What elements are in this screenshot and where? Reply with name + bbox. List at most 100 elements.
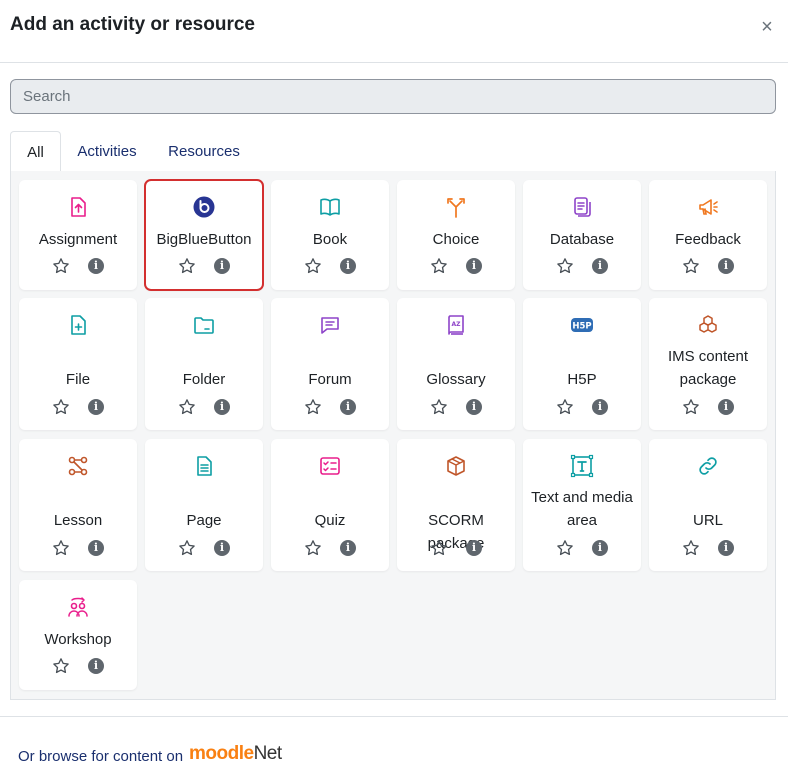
info-icon[interactable]: i xyxy=(592,399,608,415)
text-media-icon xyxy=(570,454,594,478)
info-icon[interactable]: i xyxy=(88,540,104,556)
activity-card-workshop[interactable]: Workshop i xyxy=(19,580,137,690)
forum-icon xyxy=(318,313,342,337)
info-icon[interactable]: i xyxy=(214,540,230,556)
svg-text:H5P: H5P xyxy=(572,322,591,332)
star-icon[interactable] xyxy=(304,539,322,557)
star-icon[interactable] xyxy=(304,398,322,416)
activity-label: Page xyxy=(186,512,222,529)
dialog-title: Add an activity or resource xyxy=(10,14,255,35)
info-icon[interactable]: i xyxy=(340,258,356,274)
activity-label: H5P xyxy=(567,371,597,388)
dialog-footer: Or browse for content on moodleNet xyxy=(0,716,788,774)
activity-grid: Assignment i BigBlueButton i Book i Choice i Dat… xyxy=(10,171,776,700)
star-icon[interactable] xyxy=(52,539,70,557)
activity-label: File xyxy=(65,371,91,388)
tab-activities[interactable]: Activities xyxy=(68,131,146,172)
activity-label: SCORM package xyxy=(427,512,485,552)
activity-card-text-and-media-area[interactable]: Text and media area i xyxy=(523,439,641,571)
star-icon[interactable] xyxy=(52,398,70,416)
activity-card-forum[interactable]: Forum i xyxy=(271,298,389,430)
activity-card-file[interactable]: File i xyxy=(19,298,137,430)
star-icon[interactable] xyxy=(304,257,322,275)
activity-label: URL xyxy=(692,512,723,529)
info-icon[interactable]: i xyxy=(88,658,104,674)
tab-bar: All Activities Resources xyxy=(10,131,776,173)
feedback-icon xyxy=(696,195,720,219)
activity-label: Folder xyxy=(182,371,226,388)
activity-card-choice[interactable]: Choice i xyxy=(397,180,515,290)
info-icon[interactable]: i xyxy=(340,399,356,415)
browse-moodlenet-link[interactable]: Or browse for content on xyxy=(18,748,183,765)
database-icon xyxy=(570,195,594,219)
url-icon xyxy=(696,454,720,478)
info-icon[interactable]: i xyxy=(718,258,734,274)
activity-card-glossary[interactable]: AZ Glossary i xyxy=(397,298,515,430)
star-icon[interactable] xyxy=(556,398,574,416)
activity-card-book[interactable]: Book i xyxy=(271,180,389,290)
activity-card-assignment[interactable]: Assignment i xyxy=(19,180,137,290)
activity-label: Glossary xyxy=(426,371,486,388)
activity-label: IMS content package xyxy=(667,348,749,388)
moodlenet-logo-part2: Net xyxy=(253,743,283,764)
activity-card-quiz[interactable]: Quiz i xyxy=(271,439,389,571)
page-icon xyxy=(192,454,216,478)
info-icon[interactable]: i xyxy=(214,258,230,274)
activity-label: Feedback xyxy=(675,231,741,248)
activity-card-page[interactable]: Page i xyxy=(145,439,263,571)
activity-card-bigbluebutton[interactable]: BigBlueButton i xyxy=(144,179,264,291)
moodlenet-logo[interactable]: moodleNet xyxy=(189,743,282,765)
activity-label: Book xyxy=(312,231,348,248)
star-icon[interactable] xyxy=(556,257,574,275)
tab-all[interactable]: All xyxy=(10,131,61,173)
activity-card-database[interactable]: Database i xyxy=(523,180,641,290)
star-icon[interactable] xyxy=(178,257,196,275)
info-icon[interactable]: i xyxy=(214,399,230,415)
info-icon[interactable]: i xyxy=(592,258,608,274)
star-icon[interactable] xyxy=(430,257,448,275)
ims-package-icon xyxy=(696,313,720,337)
info-icon[interactable]: i xyxy=(340,540,356,556)
workshop-icon xyxy=(66,595,90,619)
info-icon[interactable]: i xyxy=(718,399,734,415)
star-icon[interactable] xyxy=(430,539,448,557)
activity-label: Choice xyxy=(432,231,480,248)
info-icon[interactable]: i xyxy=(88,399,104,415)
activity-card-h5p[interactable]: H5P H5P i xyxy=(523,298,641,430)
activity-label: Quiz xyxy=(314,512,346,529)
info-icon[interactable]: i xyxy=(718,540,734,556)
activity-card-ims-content-package[interactable]: IMS content package i xyxy=(649,298,767,430)
activity-card-folder[interactable]: Folder i xyxy=(145,298,263,430)
assignment-icon xyxy=(66,195,90,219)
activity-card-url[interactable]: URL i xyxy=(649,439,767,571)
activity-card-lesson[interactable]: Lesson i xyxy=(19,439,137,571)
activity-label: Workshop xyxy=(44,631,112,648)
info-icon[interactable]: i xyxy=(466,399,482,415)
activity-label: Forum xyxy=(308,371,352,388)
moodlenet-logo-part1: moodle xyxy=(189,743,254,764)
star-icon[interactable] xyxy=(682,257,700,275)
tab-resources[interactable]: Resources xyxy=(160,131,248,172)
star-icon[interactable] xyxy=(178,539,196,557)
info-icon[interactable]: i xyxy=(88,258,104,274)
lesson-icon xyxy=(66,454,90,478)
search-input[interactable] xyxy=(10,79,776,114)
star-icon[interactable] xyxy=(178,398,196,416)
star-icon[interactable] xyxy=(52,257,70,275)
star-icon[interactable] xyxy=(556,539,574,557)
activity-label: Assignment xyxy=(38,231,118,248)
activity-label: Text and media area xyxy=(531,489,633,529)
info-icon[interactable]: i xyxy=(466,540,482,556)
activity-card-feedback[interactable]: Feedback i xyxy=(649,180,767,290)
info-icon[interactable]: i xyxy=(592,540,608,556)
close-icon[interactable]: × xyxy=(758,17,776,37)
activity-card-scorm-package[interactable]: SCORM package i xyxy=(397,439,515,571)
info-icon[interactable]: i xyxy=(466,258,482,274)
quiz-icon xyxy=(318,454,342,478)
file-icon xyxy=(66,313,90,337)
star-icon[interactable] xyxy=(52,657,70,675)
star-icon[interactable] xyxy=(682,398,700,416)
activity-label: Database xyxy=(549,231,615,248)
star-icon[interactable] xyxy=(430,398,448,416)
star-icon[interactable] xyxy=(682,539,700,557)
